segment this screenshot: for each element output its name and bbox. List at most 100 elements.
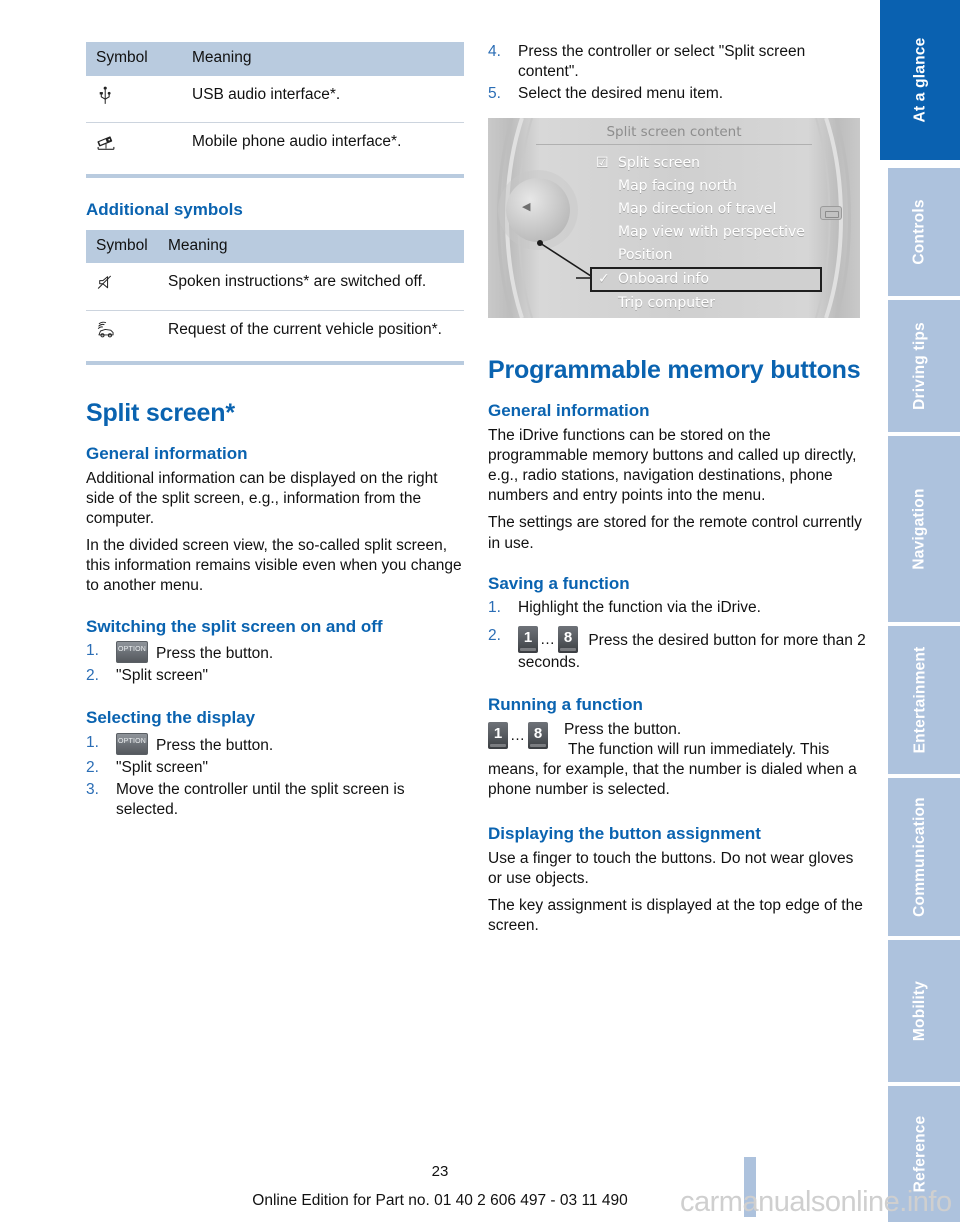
option-button-icon[interactable]: OPTION	[116, 641, 148, 664]
table-row: Spoken instructions* are switched off.	[86, 263, 464, 311]
column-header-meaning: Meaning	[158, 229, 464, 264]
option-button-label: OPTION	[117, 646, 147, 654]
memory-button-range-icon: 1 … 8	[488, 721, 548, 749]
menu-item-position[interactable]: Position	[594, 244, 822, 267]
usb-icon-svg	[99, 86, 111, 104]
heading-selecting-display: Selecting the display	[86, 708, 256, 728]
step-number: 4.	[488, 43, 501, 60]
tab-navigation[interactable]: Navigation	[880, 436, 960, 622]
menu-item-map-direction-of-travel[interactable]: Map direction of travel	[594, 198, 822, 221]
step-text: Press the button.	[156, 645, 274, 663]
heading-running-a-function: Running a function	[488, 695, 643, 715]
option-button-label: OPTION	[117, 737, 147, 745]
memory-button-1-icon[interactable]: 1	[518, 626, 538, 654]
tab-notch	[880, 168, 888, 296]
column-header-meaning: Meaning	[182, 42, 464, 76]
menu-item-label: Map direction of travel	[618, 201, 777, 218]
tab-communication[interactable]: Communication	[880, 778, 960, 936]
tab-label: Reference	[910, 1115, 928, 1193]
mobile-phone-audio-icon	[86, 123, 182, 170]
table-row: Mobile phone audio interface*.	[86, 123, 464, 170]
step-number: 1.	[86, 733, 99, 751]
mobile-phone-audio-icon-svg	[97, 136, 115, 150]
tab-driving-tips[interactable]: Driving tips	[880, 300, 960, 432]
ellipsis: …	[510, 726, 526, 744]
page-title-programmable-memory: Programmable memory buttons	[488, 356, 861, 385]
heading-saving-a-function: Saving a function	[488, 573, 630, 593]
left-column: Symbol Meaning USB audio interface*. Mob…	[86, 42, 464, 824]
running-line-1: Press the button.	[564, 720, 682, 738]
column-header-symbol: Symbol	[86, 229, 158, 264]
memory-button-8-icon[interactable]: 8	[558, 626, 578, 654]
menu-item-map-view-with-perspective[interactable]: Map view with perspective	[594, 221, 822, 244]
table-bottom-rule	[86, 361, 464, 366]
heading-general-information: General information	[86, 444, 248, 464]
heading-switching-split-screen: Switching the split screen on and off	[86, 616, 383, 636]
step-number: 5.	[488, 85, 501, 103]
checkbox-checked-icon: ☑	[596, 155, 609, 172]
step-text: Press the controller or select "Split sc…	[518, 43, 806, 81]
tab-entertainment[interactable]: Entertainment	[880, 626, 960, 774]
table-bottom-rule	[86, 173, 464, 178]
tab-at-a-glance[interactable]: At a glance	[880, 0, 960, 160]
step-number: 3.	[86, 780, 99, 798]
steps-continued: 4. Press the controller or select "Split…	[488, 42, 866, 104]
heading-additional-symbols: Additional symbols	[86, 199, 243, 219]
menu-item-label: Map view with perspective	[618, 224, 805, 241]
menu-item-split-screen[interactable]: ☑ Split screen	[594, 152, 822, 175]
tab-label: Navigation	[911, 488, 929, 570]
section-tab-rail: At a glance Controls Driving tips Naviga…	[880, 0, 960, 1222]
step-number: 2.	[86, 667, 99, 685]
tab-notch	[880, 436, 888, 622]
speaker-muted-icon-svg	[97, 276, 112, 290]
paragraph: In the divided screen view, the so-calle…	[86, 537, 462, 595]
tab-mobility[interactable]: Mobility	[880, 940, 960, 1082]
paragraph: Use a finger to touch the buttons. Do no…	[488, 849, 854, 887]
step-text: Highlight the function via the iDrive.	[518, 599, 761, 617]
ellipsis: …	[540, 631, 556, 649]
running-line-2: The function will run immediately. This …	[488, 740, 857, 799]
step-number: 2.	[86, 758, 99, 776]
steps-saving: 1. Highlight the function via the iDrive…	[488, 598, 866, 673]
paragraph: The iDrive functions can be stored on th…	[488, 426, 857, 505]
step-text: Select the desired menu item.	[518, 85, 724, 103]
interface-symbols-table: Symbol Meaning USB audio interface*. Mob…	[86, 42, 464, 170]
step-number: 1.	[488, 599, 501, 617]
list-item: 4. Press the controller or select "Split…	[488, 42, 866, 82]
idrive-split-screen-content-figure: Split screen content ☑ Split screen Map …	[488, 118, 860, 319]
memory-button-8-icon[interactable]: 8	[528, 721, 548, 749]
step-text: "Split screen"	[116, 758, 208, 776]
paragraph: The settings are stored for the remote c…	[488, 514, 862, 552]
menu-item-label: Split screen	[618, 155, 701, 172]
paragraph: The key assignment is displayed at the t…	[488, 896, 863, 935]
menu-item-onboard-info[interactable]: ✓ Onboard info	[590, 267, 822, 293]
speaker-muted-icon	[86, 263, 158, 311]
list-item: 1. Highlight the function via the iDrive…	[488, 598, 866, 618]
tab-label: Driving tips	[911, 322, 929, 410]
menu-item-label: Onboard info	[618, 271, 710, 288]
list-item: 1. OPTION Press the button.	[86, 641, 464, 664]
tab-label: At a glance	[911, 37, 928, 123]
check-icon: ✓	[598, 271, 610, 288]
heading-displaying-button-assignment: Displaying the button assignment	[488, 824, 761, 844]
figure-menu-list: ☑ Split screen Map facing north Map dire…	[590, 152, 822, 315]
figure-right-button-icon[interactable]	[820, 206, 842, 221]
step-text: "Split screen"	[116, 667, 208, 685]
idrive-controller-knob-icon[interactable]	[506, 178, 570, 243]
step-text: Move the controller until the split scre…	[116, 780, 405, 819]
table-cell-meaning: Request of the current vehicle position*…	[168, 320, 442, 338]
tab-notch	[880, 300, 888, 432]
step-number: 1.	[86, 642, 99, 660]
table-header-row: Symbol Meaning	[86, 42, 464, 76]
steps-switching: 1. OPTION Press the button. 2. "Split scr…	[86, 641, 464, 686]
option-button-icon[interactable]: OPTION	[116, 732, 148, 755]
paragraph: Additional information can be displayed …	[86, 469, 438, 528]
usb-icon	[86, 75, 182, 124]
memory-button-1-icon[interactable]: 1	[488, 721, 508, 749]
step-number: 2.	[488, 627, 501, 645]
table-cell-meaning: Spoken instructions* are switched off.	[158, 263, 464, 311]
menu-item-map-facing-north[interactable]: Map facing north	[594, 175, 822, 198]
tab-controls[interactable]: Controls	[880, 168, 960, 296]
additional-symbols-table: Symbol Meaning Spoken instructions* are …	[86, 229, 464, 358]
menu-item-trip-computer[interactable]: Trip computer	[594, 292, 822, 315]
